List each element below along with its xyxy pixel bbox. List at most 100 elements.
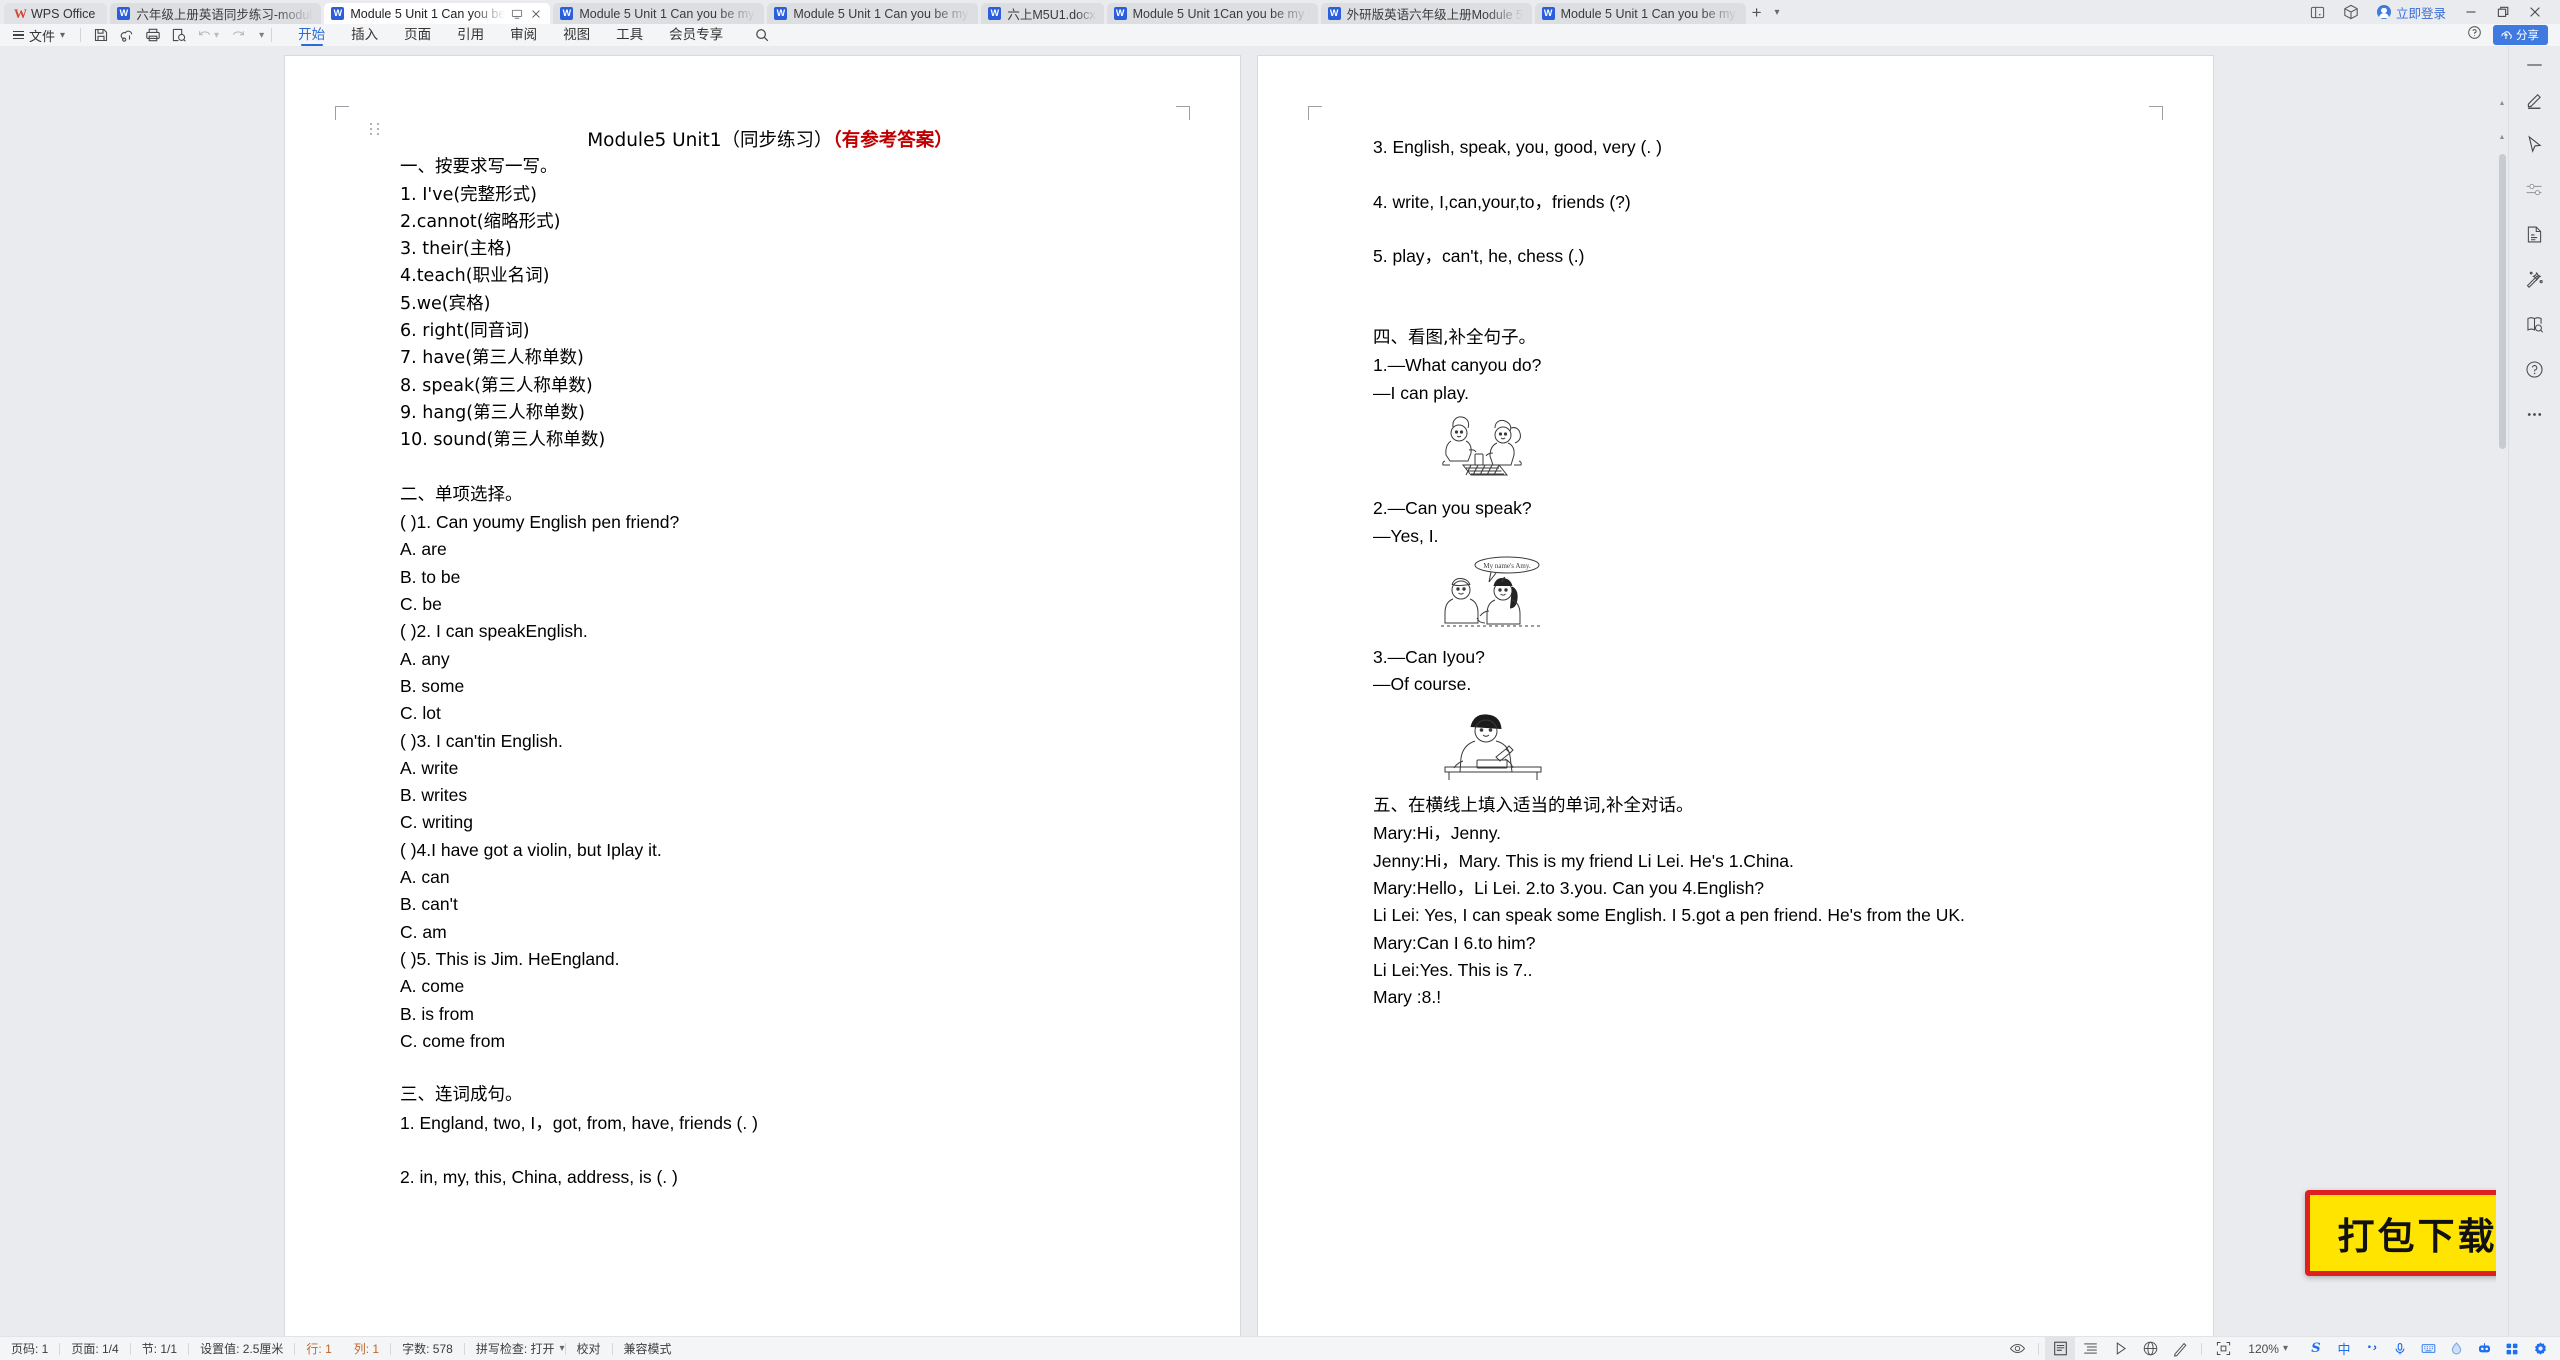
tab-list-chevron-icon[interactable]: ▾ bbox=[1775, 7, 1780, 18]
page-2-text[interactable]: 3. English, speak, you, good, very (. ) … bbox=[1373, 134, 2113, 1011]
scroll-up-icon[interactable]: ▲ bbox=[2496, 134, 2508, 141]
margin-corner-tr-2 bbox=[2149, 106, 2163, 120]
ime-skin-icon[interactable] bbox=[2442, 1337, 2470, 1360]
ribbon-tab-页面[interactable]: 页面 bbox=[391, 24, 444, 46]
read-mode-eye-icon[interactable] bbox=[2002, 1337, 2032, 1360]
ime-language-toggle[interactable]: 中 bbox=[2330, 1337, 2358, 1360]
sogou-ime-logo-icon[interactable]: S bbox=[2302, 1337, 2330, 1360]
file-menu-label: 文件 bbox=[29, 28, 56, 44]
ime-keyboard-icon[interactable] bbox=[2414, 1337, 2442, 1360]
ribbon-tab-插入[interactable]: 插入 bbox=[338, 24, 391, 46]
scroll-top-icon[interactable]: ▲ bbox=[2496, 100, 2508, 107]
document-tab[interactable]: W Module 5 Unit 1 Can you be my Ch bbox=[553, 3, 765, 24]
document-tab[interactable]: W Module 5 Unit 1 Can you be my Ch bbox=[767, 3, 979, 24]
select-cursor-icon[interactable] bbox=[2522, 131, 2548, 157]
web-layout-view-icon[interactable] bbox=[2135, 1337, 2165, 1360]
ink-pen-icon[interactable] bbox=[2165, 1337, 2195, 1360]
presentation-view-icon[interactable] bbox=[2105, 1337, 2135, 1360]
scrollbar-thumb[interactable] bbox=[2499, 154, 2506, 449]
zoom-dropdown-icon[interactable]: ▾ bbox=[2283, 1343, 2296, 1354]
ribbon-tab-引用[interactable]: 引用 bbox=[444, 24, 497, 46]
ime-robot-icon[interactable] bbox=[2470, 1337, 2498, 1360]
sidebar-toggle-icon[interactable] bbox=[2310, 5, 2325, 20]
tab-bar: W WPS Office W 六年级上册英语同步练习-module 5 u W Mod… bbox=[0, 0, 2560, 24]
empty-paragraph bbox=[400, 1055, 1140, 1082]
document-page-2[interactable]: 3. English, speak, you, good, very (. ) … bbox=[1258, 56, 2213, 1336]
doc-paragraph: A. write bbox=[400, 757, 459, 778]
vertical-scrollbar[interactable]: ▲ ▲ bbox=[2496, 92, 2508, 1312]
doc-paragraph: A. come bbox=[400, 976, 465, 997]
maximize-restore-button[interactable] bbox=[2496, 5, 2510, 19]
ribbon-tab-视图[interactable]: 视图 bbox=[550, 24, 603, 46]
redo-icon[interactable] bbox=[225, 25, 251, 45]
doc-paragraph: ( )3. I can'tin English. bbox=[400, 730, 563, 751]
ime-punctuation-icon[interactable] bbox=[2358, 1337, 2386, 1360]
document-tab[interactable]: W Module 5 Unit 1 Can you be bbox=[324, 3, 551, 24]
close-button[interactable] bbox=[2528, 5, 2542, 19]
settings-sliders-icon[interactable] bbox=[2522, 176, 2548, 202]
doc-paragraph: B. is from bbox=[400, 1003, 474, 1024]
save-icon[interactable] bbox=[88, 25, 114, 45]
print-preview-icon[interactable] bbox=[166, 25, 192, 45]
ime-voice-input-icon[interactable] bbox=[2386, 1337, 2414, 1360]
window-controls: 立即登录 bbox=[2310, 0, 2560, 24]
doc-paragraph: ( )1. Can youmy English pen friend? bbox=[400, 512, 680, 533]
doc-paragraph: —I can play. bbox=[1373, 382, 1469, 403]
document-tab[interactable]: W 六上M5U1.docx bbox=[981, 3, 1104, 24]
cloud-sync-icon[interactable] bbox=[114, 25, 140, 45]
doc-paragraph: Mary:Hi，Jenny. bbox=[1373, 823, 1502, 844]
close-tab-icon[interactable] bbox=[530, 8, 542, 20]
active-tab-actions bbox=[511, 8, 542, 20]
document-ocr-icon[interactable] bbox=[2522, 221, 2548, 247]
document-workspace[interactable]: Module5 Unit1（同步练习）（有参考答案） 一、按要求写一写。 1. I… bbox=[0, 46, 2560, 1336]
ime-app-grid-icon[interactable] bbox=[2498, 1337, 2526, 1360]
zoom-level-label[interactable]: 120% bbox=[2238, 1342, 2283, 1356]
fit-page-icon[interactable] bbox=[2208, 1337, 2238, 1360]
doc-paragraph: 3. English, speak, you, good, very (. ) bbox=[1373, 137, 1662, 157]
share-label: 分享 bbox=[2516, 30, 2539, 42]
help-question-icon[interactable] bbox=[2522, 356, 2548, 382]
minimize-button[interactable] bbox=[2464, 5, 2478, 19]
chevron-down-icon: ▾ bbox=[60, 29, 66, 41]
document-tab[interactable]: W 六年级上册英语同步练习-module 5 u bbox=[110, 3, 322, 24]
document-tab[interactable]: W 外研版英语六年级上册Module 5 分集 bbox=[1320, 3, 1532, 24]
wps-office-brand-tab[interactable]: W WPS Office bbox=[4, 3, 108, 24]
more-options-icon[interactable] bbox=[2522, 401, 2548, 427]
app-center-cube-icon[interactable] bbox=[2343, 4, 2359, 20]
ribbon-tab-开始[interactable]: 开始 bbox=[285, 24, 338, 46]
login-button[interactable]: 立即登录 bbox=[2376, 3, 2446, 22]
beautify-tools-icon[interactable] bbox=[2522, 266, 2548, 292]
page-layout-view-icon[interactable] bbox=[2045, 1336, 2076, 1360]
document-tab[interactable]: W Module 5 Unit 1Can you be my Chi bbox=[1106, 3, 1318, 24]
ime-settings-gear-icon[interactable] bbox=[2526, 1337, 2554, 1360]
ribbon-tab-会员专享[interactable]: 会员专享 bbox=[656, 24, 736, 46]
share-button[interactable]: 分享 bbox=[2493, 25, 2548, 45]
highlighter-pen-icon[interactable] bbox=[2522, 86, 2548, 112]
outline-view-icon[interactable] bbox=[2075, 1337, 2105, 1360]
page-1-text[interactable]: Module5 Unit1（同步练习）（有参考答案） 一、按要求写一写。 1. I… bbox=[370, 123, 1140, 1192]
help-circle-icon[interactable] bbox=[2467, 25, 2482, 45]
new-tab-button[interactable]: + bbox=[1752, 4, 1762, 21]
margin-corner-tl bbox=[335, 106, 349, 120]
wps-brand-label: WPS Office bbox=[31, 6, 96, 21]
doc-paragraph: C. am bbox=[400, 921, 447, 942]
doc-paragraph: Mary:Hello，Li Lei. 2.to 3.you. Can you 4… bbox=[1373, 877, 1765, 898]
quick-access-more-icon[interactable]: ▾ bbox=[259, 30, 264, 41]
present-tab-icon[interactable] bbox=[511, 8, 523, 20]
print-icon[interactable] bbox=[140, 25, 166, 45]
document-search-icon[interactable] bbox=[2522, 311, 2548, 337]
doc-paragraph: —Of course. bbox=[1373, 674, 1472, 695]
paragraph-drag-handle[interactable] bbox=[370, 122, 380, 136]
document-tab[interactable]: W Module 5 Unit 1 Can you be my Ch bbox=[1534, 3, 1746, 24]
doc-paragraph: 2.cannot(缩略形式) bbox=[400, 211, 561, 232]
rail-collapse-icon[interactable] bbox=[2527, 64, 2542, 66]
speech-bubble-text: My name's Amy. bbox=[1483, 562, 1531, 570]
file-menu-button[interactable]: 文件 ▾ bbox=[0, 26, 73, 45]
ribbon-tab-审阅[interactable]: 审阅 bbox=[497, 24, 550, 46]
ribbon-tab-工具[interactable]: 工具 bbox=[603, 24, 656, 46]
empty-paragraph bbox=[1373, 298, 2113, 325]
undo-dropdown-icon[interactable]: ▾ bbox=[214, 30, 219, 41]
search-icon[interactable] bbox=[754, 27, 770, 43]
status-item[interactable]: 拼写检查: 打开 bbox=[465, 1340, 566, 1357]
document-page-1[interactable]: Module5 Unit1（同步练习）（有参考答案） 一、按要求写一写。 1. I… bbox=[285, 56, 1240, 1336]
